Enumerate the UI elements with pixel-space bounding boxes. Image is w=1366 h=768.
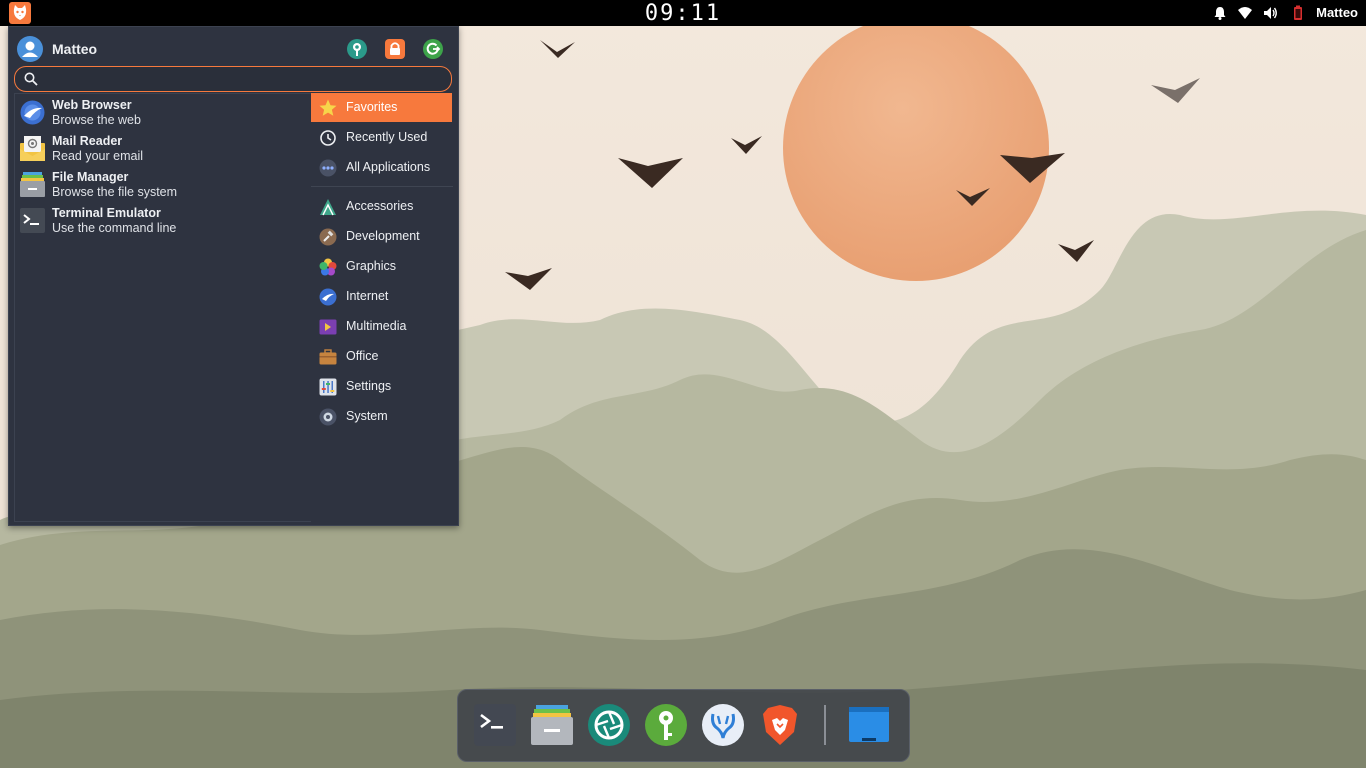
app-description: Read your email — [52, 149, 144, 163]
app-name: Mail Reader — [52, 134, 123, 148]
category-label: Accessories — [346, 199, 414, 213]
clock-area: 09:11 — [0, 1, 1366, 26]
clock-icon — [320, 130, 336, 146]
whisker-menu-button[interactable] — [9, 2, 31, 24]
application-list: Web Browser Browse the web Mail Reader R… — [14, 93, 311, 522]
category-favorites[interactable]: Favorites — [311, 93, 452, 122]
settings-manager-icon — [347, 39, 367, 59]
app-item-terminal-emulator[interactable]: Terminal Emulator Use the command line — [15, 202, 311, 238]
app-item-file-manager[interactable]: File Manager Browse the file system — [15, 166, 311, 202]
speaker-icon[interactable] — [1262, 5, 1278, 21]
category-internet[interactable]: Internet — [311, 282, 452, 311]
category-development[interactable]: Development — [311, 222, 452, 251]
terminal-icon — [20, 208, 45, 233]
category-multimedia[interactable]: Multimedia — [311, 312, 452, 341]
aperture-icon[interactable] — [586, 702, 632, 748]
briefcase-icon — [319, 349, 337, 365]
category-label: Settings — [346, 379, 392, 393]
panel-user-name[interactable]: Matteo — [1316, 5, 1358, 20]
file-manager-icon[interactable] — [529, 702, 575, 748]
gear-icon — [319, 408, 337, 426]
web-browser-icon — [20, 100, 45, 125]
app-item-mail-reader[interactable]: Mail Reader Read your email — [15, 130, 311, 166]
search-box[interactable] — [14, 66, 452, 92]
category-label: Multimedia — [346, 319, 407, 333]
battery-icon[interactable] — [1290, 5, 1306, 21]
terminal-icon[interactable] — [472, 702, 518, 748]
settings-icon — [319, 378, 337, 396]
category-accessories[interactable]: Accessories — [311, 192, 452, 221]
app-description: Use the command line — [52, 221, 177, 235]
category-all-applications[interactable]: All Applications — [311, 153, 452, 182]
avatar[interactable] — [17, 36, 43, 62]
dock-separator — [824, 705, 826, 745]
user-icon — [22, 41, 38, 57]
user-name: Matteo — [52, 41, 98, 57]
app-name: File Manager — [52, 170, 129, 184]
app-item-web-browser[interactable]: Web Browser Browse the web — [15, 94, 311, 130]
category-label: Favorites — [346, 100, 398, 114]
menu-header: Matteo — [9, 27, 458, 71]
wifi-icon[interactable] — [1237, 5, 1253, 21]
accessories-icon — [320, 199, 336, 216]
internet-icon — [319, 288, 337, 306]
app-name: Web Browser — [52, 98, 132, 112]
dots-icon — [319, 159, 337, 177]
app-name: Terminal Emulator — [52, 206, 161, 220]
search-input[interactable] — [43, 69, 447, 89]
category-system[interactable]: System — [311, 402, 452, 431]
show-desktop-icon[interactable] — [846, 702, 892, 748]
category-settings[interactable]: Settings — [311, 372, 452, 401]
category-label: Recently Used — [346, 130, 428, 144]
vscodium-icon[interactable] — [700, 702, 746, 748]
logout-icon — [423, 39, 443, 59]
top-panel: 09:11 Matteo — [0, 0, 1366, 26]
clock[interactable]: 09:11 — [645, 1, 721, 26]
category-label: Office — [346, 349, 379, 363]
category-list: Favorites Recently Used All Applications — [311, 93, 453, 523]
star-icon — [319, 99, 337, 116]
brave-icon[interactable] — [757, 702, 803, 748]
bell-icon[interactable] — [1212, 5, 1228, 21]
category-recently-used[interactable]: Recently Used — [311, 123, 452, 152]
category-label: Development — [346, 229, 420, 243]
lock-icon — [385, 39, 405, 59]
category-graphics[interactable]: Graphics — [311, 252, 452, 281]
search-icon — [24, 72, 38, 86]
mail-reader-icon — [20, 136, 45, 161]
app-description: Browse the web — [52, 113, 141, 127]
hammer-icon — [319, 228, 337, 246]
dock — [457, 689, 910, 762]
app-description: Browse the file system — [52, 185, 178, 199]
category-label: Internet — [346, 289, 389, 303]
category-label: System — [346, 409, 388, 423]
logout-button[interactable] — [422, 38, 444, 60]
settings-manager-button[interactable] — [346, 38, 368, 60]
category-divider — [311, 186, 453, 187]
category-label: All Applications — [346, 160, 431, 174]
keyring-icon[interactable] — [643, 702, 689, 748]
category-office[interactable]: Office — [311, 342, 452, 371]
cat-logo-icon — [13, 5, 27, 20]
file-manager-icon — [20, 172, 45, 197]
application-menu: Matteo Web Browser Browse the web Mail R… — [8, 26, 459, 526]
multimedia-icon — [319, 319, 337, 335]
category-label: Graphics — [346, 259, 397, 273]
graphics-icon — [319, 258, 337, 276]
lock-screen-button[interactable] — [384, 38, 406, 60]
